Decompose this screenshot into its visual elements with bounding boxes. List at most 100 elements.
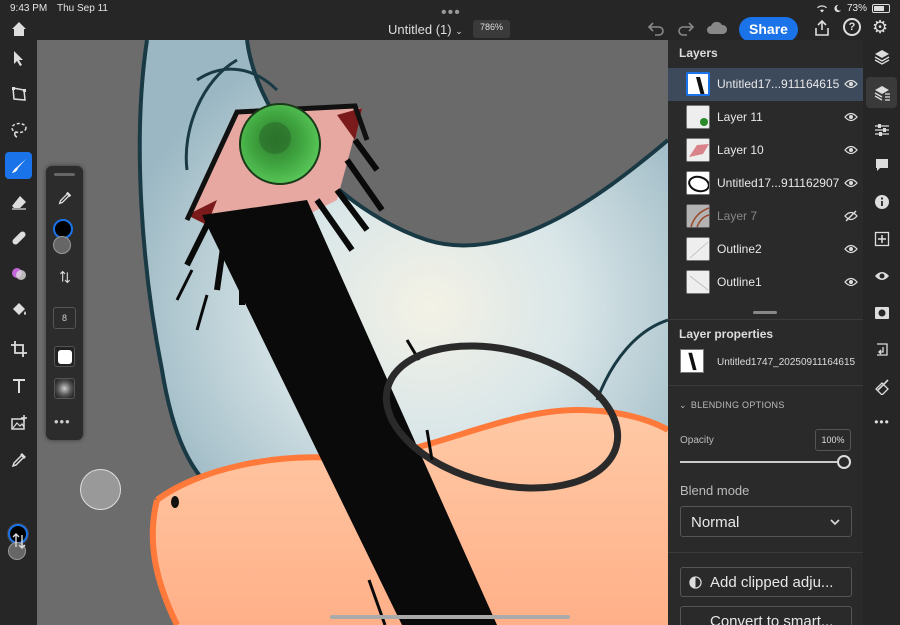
export-icon[interactable] [813, 19, 831, 37]
visibility-button[interactable] [871, 265, 893, 287]
layer-row[interactable]: Outline1 [668, 266, 863, 299]
paint-bucket-icon [12, 302, 26, 315]
eye-icon[interactable] [844, 78, 858, 90]
eye-icon[interactable] [844, 177, 858, 189]
layer-properties-title: Layer properties [679, 327, 774, 341]
layer-thumbnail [686, 72, 710, 96]
select-tool[interactable] [5, 44, 32, 71]
transform-icon [11, 86, 26, 101]
home-icon[interactable] [10, 20, 28, 38]
divider [668, 552, 863, 553]
add-clipped-adjustment-button[interactable]: Add clipped adju... [680, 567, 852, 597]
redo-icon[interactable] [677, 19, 695, 37]
type-tool[interactable] [5, 372, 32, 399]
healing-tool[interactable] [5, 224, 32, 251]
layers-panel: Layers Untitled17...911164615 Layer 11 L… [668, 40, 863, 625]
fill-tool[interactable] [5, 296, 32, 323]
convert-to-smart-button[interactable]: Convert to smart... [680, 606, 852, 625]
blend-mode-select[interactable]: Normal [680, 506, 852, 537]
mask-button[interactable] [871, 302, 893, 324]
brush-size-field[interactable]: 8 [53, 307, 76, 329]
convert-smart-label: Convert to smart... [710, 613, 834, 625]
adjustments-button[interactable] [871, 119, 893, 141]
layers-panel-button[interactable] [871, 46, 893, 68]
layer-thumbnail [686, 204, 710, 228]
info-button[interactable] [871, 191, 893, 213]
eye-icon[interactable] [844, 111, 858, 123]
layer-row[interactable]: Layer 10 [668, 134, 863, 167]
home-indicator[interactable] [330, 615, 570, 619]
more-icon[interactable]: ••• [871, 411, 893, 433]
layer-row[interactable]: Layer 11 [668, 101, 863, 134]
wifi-icon [817, 5, 827, 13]
undo-icon[interactable] [647, 19, 665, 37]
opacity-slider-knob[interactable] [837, 455, 851, 469]
swap-colors-tool[interactable] [5, 527, 32, 554]
blending-options-header[interactable]: ⌄ BLENDING OPTIONS [679, 400, 785, 411]
layer-name: Outline2 [717, 242, 762, 256]
drag-handle[interactable] [54, 173, 75, 176]
brush-hardness-hard[interactable] [54, 346, 75, 367]
layer-properties-button[interactable] [866, 77, 897, 108]
comments-button[interactable] [871, 154, 893, 176]
layer-effects-button[interactable] [871, 376, 893, 398]
top-bar: ••• Untitled (1) ⌄ 786% Share ? ⚙ [0, 4, 900, 42]
layer-properties-icon [874, 85, 890, 101]
crop-tool[interactable] [5, 335, 32, 362]
share-button[interactable]: Share [739, 17, 798, 42]
blend-mode-value: Normal [691, 514, 740, 531]
eye-icon[interactable] [844, 144, 858, 156]
swap-arrows-icon [12, 532, 25, 549]
bandage-icon [11, 230, 26, 245]
lasso-tool[interactable] [5, 116, 32, 143]
layer-thumbnail [686, 171, 710, 195]
brush-tool[interactable] [5, 152, 32, 179]
eye-icon[interactable] [844, 243, 858, 255]
battery-percent: 73% [846, 3, 867, 14]
eye-hidden-icon[interactable] [844, 210, 858, 222]
app-window: { "status_bar": {"time": "9:43 PM", "dat… [0, 0, 900, 625]
merge-down-button[interactable] [871, 339, 893, 361]
place-image-tool[interactable] [5, 409, 32, 436]
more-icon[interactable]: ••• [54, 414, 71, 429]
brush-eyedropper[interactable] [53, 186, 76, 209]
opacity-field[interactable]: 100% [815, 429, 851, 451]
zoom-level[interactable]: 786% [473, 20, 511, 38]
layer-name: Untitled17...911162907 [717, 176, 840, 190]
document-title[interactable]: Untitled (1) ⌄ [388, 22, 463, 37]
eraser-icon [11, 195, 26, 210]
layer-row[interactable]: Untitled17...911164615 [668, 68, 863, 101]
smudge-tool[interactable] [5, 260, 32, 287]
gear-icon[interactable]: ⚙ [872, 17, 892, 37]
status-date: Thu Sep 11 [57, 3, 108, 14]
eyedropper-tool[interactable] [5, 446, 32, 473]
layers-scrollbar[interactable] [753, 311, 777, 314]
layer-row[interactable]: Untitled17...911162907 [668, 167, 863, 200]
touch-shortcut-button[interactable] [80, 469, 121, 510]
layers-icon [874, 50, 890, 65]
canvas[interactable] [37, 40, 668, 625]
multitask-dots-icon[interactable]: ••• [441, 4, 461, 22]
layer-row[interactable]: Layer 7 [668, 200, 863, 233]
eye-icon[interactable] [844, 276, 858, 288]
divider [668, 319, 863, 320]
opacity-slider[interactable] [680, 461, 843, 463]
document-title-text: Untitled (1) [388, 22, 452, 37]
layer-name: Layer 10 [717, 143, 764, 157]
chevron-down-icon: ⌄ [679, 400, 687, 410]
layer-name: Untitled17...911164615 [717, 77, 840, 91]
transform-tool[interactable] [5, 80, 32, 107]
help-icon[interactable]: ? [843, 18, 861, 36]
layer-row[interactable]: Outline2 [668, 233, 863, 266]
adjustment-icon [689, 576, 702, 589]
eraser-tool[interactable] [5, 188, 32, 215]
info-icon [875, 195, 889, 209]
image-add-icon [10, 414, 27, 430]
brush-background-swatch[interactable] [53, 236, 71, 254]
brush-hardness-soft[interactable] [54, 378, 75, 399]
eyedropper-icon [11, 452, 26, 467]
panel-title: Layers [679, 46, 718, 60]
add-layer-button[interactable] [871, 228, 893, 250]
cloud-icon[interactable] [706, 20, 728, 36]
brush-swap-colors[interactable] [53, 265, 76, 288]
